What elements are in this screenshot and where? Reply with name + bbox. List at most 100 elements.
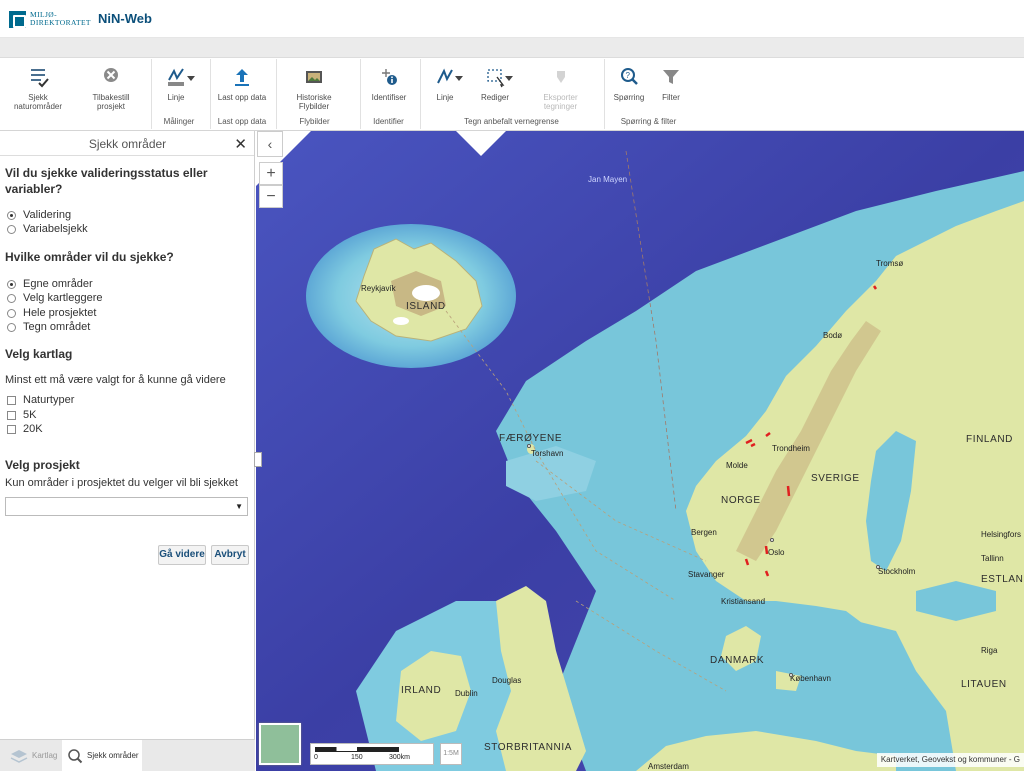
radio-button[interactable] [7,210,16,220]
collapse-panel-button[interactable]: ‹ [257,131,283,157]
project-note: Kun områder i prosjektet du velger vil b… [5,477,238,489]
edit-button[interactable]: Rediger [473,66,517,102]
radio-whole-project[interactable]: Hele prosjektet [7,307,96,319]
radio-button[interactable] [7,224,16,234]
cancel-button[interactable]: Avbryt [211,545,249,565]
chevron-down-icon[interactable] [455,76,463,81]
tab-check-areas[interactable]: Sjekk områder [62,740,142,771]
historical-photos-button[interactable]: Historiske Flybilder [285,66,343,111]
bottom-tabs: Kartlag Sjekk områder [0,739,255,771]
tab-label: Kartlag [32,751,58,760]
tool-label: Flybilder [298,102,330,111]
tool-label: Linje [436,93,454,102]
project-select[interactable]: ▼ [5,497,248,516]
radio-own-areas[interactable]: Egne områder [7,278,93,290]
scale-rule [315,747,399,752]
tool-label: naturområder [13,102,63,111]
zoom-out-button[interactable]: − [259,185,283,208]
draw-line-button[interactable]: Linje [427,66,463,102]
tool-label: Historiske [296,93,332,102]
checkbox-label: 20K [23,423,43,435]
map-label: København [790,674,831,683]
scale-label: 300km [389,754,411,761]
scale-bar: 0 150 300km [310,743,434,765]
upload-data-button[interactable]: Last opp data [213,66,271,102]
query-button[interactable]: ? Spørring [611,66,647,102]
tool-label: Sjekk [28,93,48,102]
map-label: Tromsø [876,259,904,268]
question-areas: Hvilke områder vil du sjekke? [5,250,174,264]
app-title[interactable]: NiN-Web [98,11,152,26]
map-label: IRLAND [401,685,442,696]
tool-label: Identifiser [371,93,407,102]
zoom-in-button[interactable]: + [259,162,283,185]
app-header: MILJØ- DIREKTORATET NiN-Web [0,0,1024,38]
map-label: Amsterdam [648,762,689,771]
group-protection-border: Linje Rediger Eksporter tegninger Tegn a… [420,59,601,129]
sub-bar [0,38,1024,58]
measure-line-button[interactable]: Linje [159,66,193,102]
group-query-filter: ? Spørring Filter Spørring & filter [604,59,691,129]
tool-label: Eksporter [543,93,578,102]
chevron-down-icon[interactable] [505,76,513,81]
close-icon[interactable]: ✕ [234,135,247,153]
check-areas-button[interactable]: Sjekk naturområder [8,66,68,111]
radio-draw-area[interactable]: Tegn området [7,321,90,333]
tool-label: tegninger [543,102,578,111]
radio-button[interactable] [7,308,16,318]
city-marker-icon [527,444,531,448]
radio-button[interactable] [7,322,16,332]
checkbox[interactable] [7,395,16,405]
checkbox-label: Naturtyper [23,394,75,406]
search-icon [68,748,83,763]
radio-select-mappers[interactable]: Velg kartleggere [7,292,103,304]
check-list-icon [31,69,49,88]
map-label: Reykjavík [361,284,396,293]
chevron-down-icon[interactable] [187,76,195,81]
export-drawings-button[interactable]: Eksporter tegninger [533,66,588,111]
map-label: Dublin [455,689,478,698]
group-measurements: Linje Målinger [151,59,205,129]
scale-ratio-box[interactable]: 1:5M [440,743,462,765]
map-label: Stavanger [688,570,725,579]
chevron-down-icon: ▼ [235,502,243,511]
toolbar: Sjekk naturområder Tilbakestill prosjekt… [0,59,1024,131]
city-marker-icon [789,673,793,677]
city-marker-icon [876,565,880,569]
radio-button[interactable] [7,293,16,303]
panel-resize-handle[interactable] [254,452,262,467]
checkbox-naturtyper[interactable]: Naturtyper [7,394,74,406]
map-view[interactable]: ‹ + − Reykjavík ISLAND Jan Mayen FÆRØYEN… [256,131,1024,771]
group-label: Last opp data [217,117,267,126]
filter-button[interactable]: Filter [655,66,687,102]
query-icon: ? [621,68,638,85]
checkbox-20k[interactable]: 20K [7,423,43,435]
checkbox[interactable] [7,424,16,434]
radio-label: Egne områder [23,278,93,290]
continue-button[interactable]: Gå videre [158,545,206,565]
overview-map[interactable] [259,723,301,765]
radio-label: Velg kartleggere [23,292,103,304]
group-identify: Identifiser Identifier [360,59,415,129]
close-circle-icon [104,68,118,82]
map-label: Bodø [823,331,843,340]
question-text: Vil du sjekke valideringsstatus eller [5,166,208,180]
identify-button[interactable]: Identifiser [365,66,413,102]
panel-title: Sjekk områder [88,137,167,151]
tool-label: Tilbakestill [92,93,130,102]
reset-project-button[interactable]: Tilbakestill prosjekt [85,66,137,111]
group-aerial-photos: Historiske Flybilder Flybilder [276,59,351,129]
map-label: Tallinn [981,554,1004,563]
tab-layers[interactable]: Kartlag [0,740,62,771]
radio-validering[interactable]: Validering [7,209,71,221]
radio-button[interactable] [7,279,16,289]
checkbox[interactable] [7,410,16,420]
checkbox-5k[interactable]: 5K [7,409,36,421]
radio-label: Tegn området [23,321,91,333]
panel-header: Sjekk områder ✕ [0,131,254,156]
group-label: Målinger [163,117,195,126]
radio-variabelsjekk[interactable]: Variabelsjekk [7,223,88,235]
map-label: SVERIGE [811,473,860,484]
logo[interactable]: MILJØ- DIREKTORATET [9,9,91,29]
identify-icon [382,69,397,85]
